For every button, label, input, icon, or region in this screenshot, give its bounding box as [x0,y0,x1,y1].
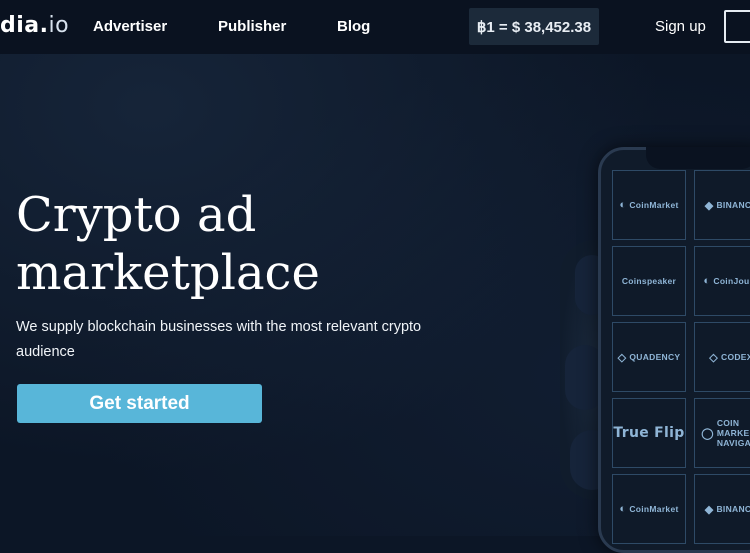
publisher-tile: ◐ CoinMarket [612,170,686,240]
publisher-tile: Coinspeaker [612,246,686,316]
hero-subtitle: We supply blockchain businesses with the… [16,319,422,360]
hero-title: Crypto ad marketplace [16,186,396,302]
binance-icon: ◆ [704,503,714,516]
coin-icon: ◐ [619,503,627,515]
hero-title-line1: Crypto ad [16,187,257,243]
diamond-icon: ◇ [617,351,627,364]
hero-title-line2: marketplace [16,245,320,301]
publisher-grid: ◐CoinMarket ◆BINANCE Coinspeaker ◐CoinJo… [612,170,750,544]
publisher-tile: ◯COIN MARKE NAVIGATO [694,398,750,468]
logo-suffix: io [48,13,70,38]
publisher-tile: ◆BINANCE [694,170,750,240]
publisher-tile: True Flip [612,398,686,468]
nav-advertiser[interactable]: Advertiser [93,18,167,35]
publisher-tile: ◐CoinJourn [694,246,750,316]
publisher-tile: ◐ CoinMarket [612,474,686,544]
phone-mockup: ◐CoinMarket ◆BINANCE Coinspeaker ◐CoinJo… [598,147,750,553]
logo-text: dia. [0,13,49,38]
logo[interactable]: dia.io [0,13,69,38]
signup-link[interactable]: Sign up [655,18,706,35]
nav-publisher[interactable]: Publisher [218,18,286,35]
top-navbar: dia.io Advertiser Publisher Blog ฿1 = $ … [0,0,750,54]
coin-icon: ◐ [703,275,711,287]
login-button[interactable] [724,10,750,43]
btc-price-ticker: ฿1 = $ 38,452.38 [469,8,599,45]
publisher-tile: ◇ QUADENCY [612,322,686,392]
get-started-button[interactable]: Get started [17,384,262,423]
publisher-tile: ◆BINANCE [694,474,750,544]
publisher-tile: ◇ CODEX [694,322,750,392]
phone-notch [646,147,750,169]
btc-price-text: ฿1 = $ 38,452.38 [476,18,592,36]
navigator-icon: ◯ [701,427,714,440]
coin-icon: ◐ [619,199,627,211]
nav-blog[interactable]: Blog [337,18,370,35]
binance-icon: ◆ [704,199,714,212]
codex-icon: ◇ [709,351,719,364]
